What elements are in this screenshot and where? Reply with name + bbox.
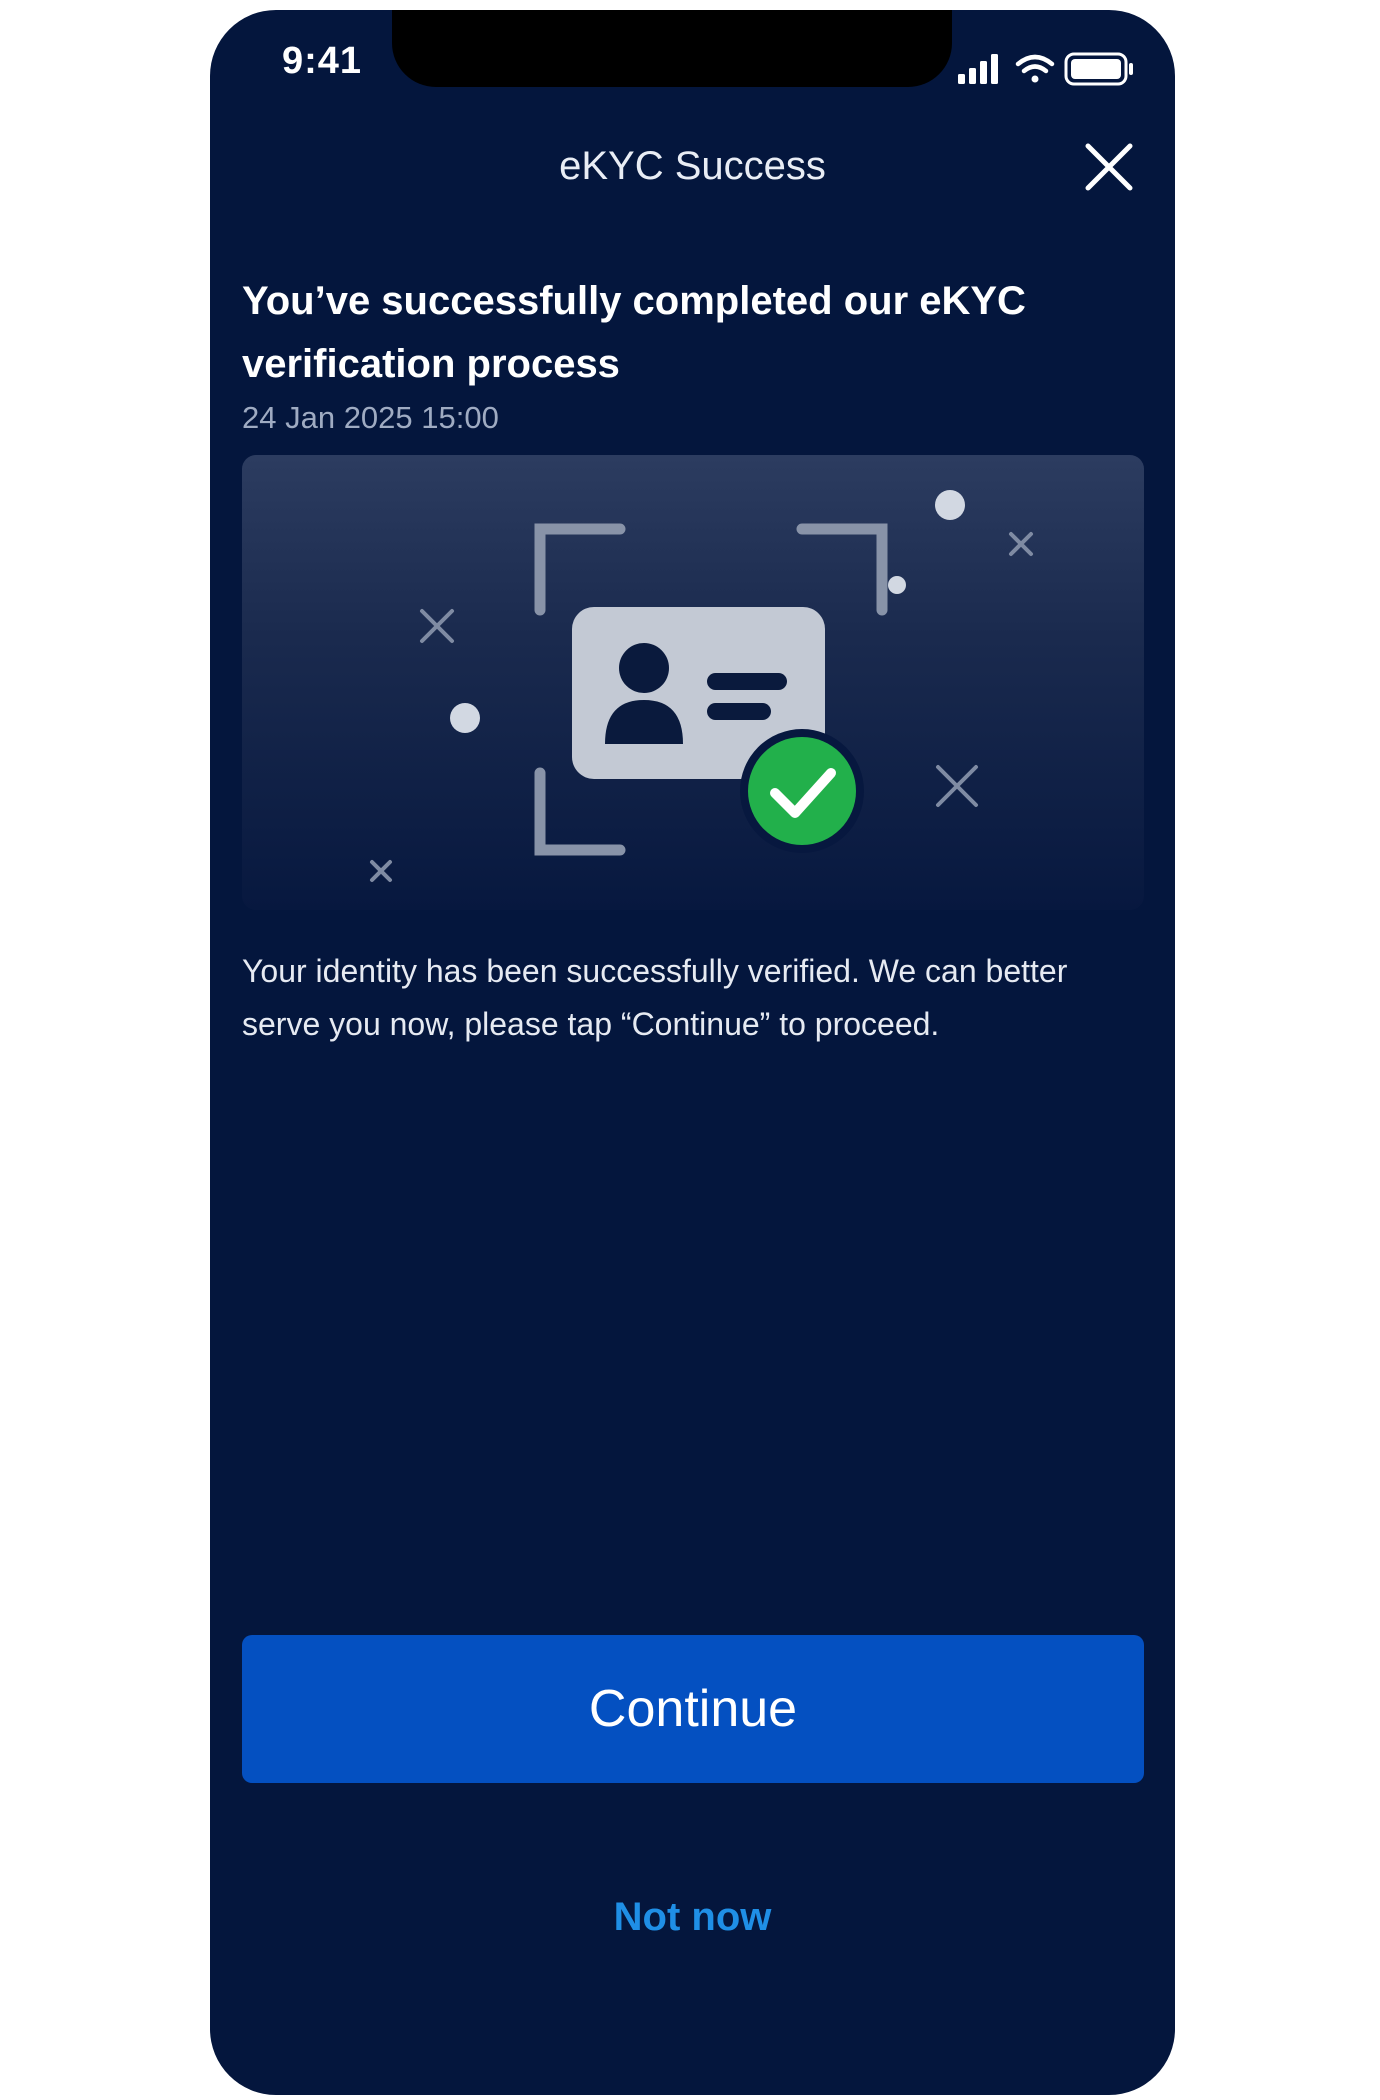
decor-dot xyxy=(450,703,480,733)
decor-dot xyxy=(935,490,965,520)
decor-cross xyxy=(936,765,978,807)
page-title: eKYC Success xyxy=(559,144,826,188)
id-card-line xyxy=(707,673,787,690)
status-bar-icons xyxy=(958,52,1133,86)
success-badge xyxy=(748,737,856,845)
continue-button[interactable]: Continue xyxy=(242,1635,1144,1783)
id-card-line xyxy=(707,703,771,720)
not-now-link[interactable]: Not now xyxy=(210,1895,1175,1940)
decor-cross xyxy=(370,860,392,882)
frame-corner xyxy=(534,767,626,856)
signal-icon xyxy=(958,54,998,84)
close-icon[interactable] xyxy=(1078,136,1140,198)
completion-timestamp: 24 Jan 2025 15:00 xyxy=(242,400,499,435)
status-bar-time: 9:41 xyxy=(282,40,363,82)
id-card-verified-illustration xyxy=(370,490,1033,882)
verification-message: Your identity has been successfully veri… xyxy=(242,953,1068,1042)
phone-screen: 9:41 eKYC Success You’ve successfully co… xyxy=(210,10,1175,2095)
hero-banner xyxy=(242,455,1144,910)
decor-dot xyxy=(888,576,906,594)
decor-cross xyxy=(1009,532,1033,556)
id-card-avatar-head xyxy=(619,643,669,693)
wifi-icon xyxy=(1015,54,1055,83)
frame-corner xyxy=(534,523,626,616)
battery-icon xyxy=(1064,52,1133,86)
frame-corner xyxy=(796,523,888,616)
device-notch xyxy=(392,10,952,87)
success-headline: You’ve successfully completed our eKYC v… xyxy=(242,279,1026,386)
decor-cross xyxy=(420,609,454,643)
